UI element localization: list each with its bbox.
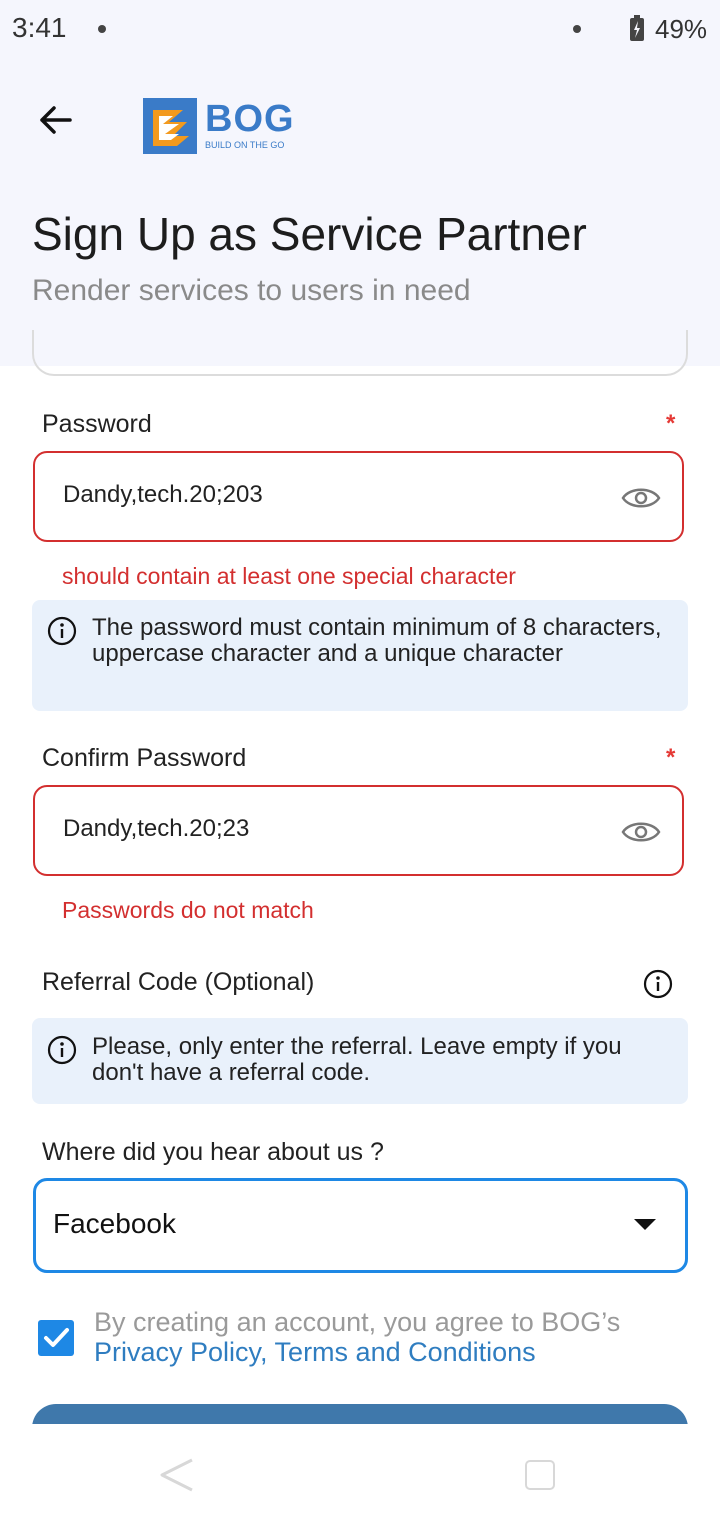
- info-icon: [47, 1035, 77, 1065]
- agreement-text: By creating an account, you agree to BOG…: [94, 1307, 621, 1337]
- confirm-password-field[interactable]: Dandy,tech.20;23: [33, 785, 684, 876]
- source-label: Where did you hear about us ?: [42, 1138, 384, 1166]
- password-field[interactable]: Dandy,tech.20;203: [33, 451, 684, 542]
- nav-home-icon[interactable]: [525, 1460, 555, 1490]
- password-label: Password: [42, 410, 152, 438]
- eye-icon[interactable]: [621, 817, 661, 847]
- previous-field-edge[interactable]: [32, 330, 688, 376]
- dropdown-caret-icon: [634, 1219, 656, 1230]
- source-selected-value: Facebook: [53, 1208, 176, 1239]
- back-arrow-icon[interactable]: [36, 100, 76, 140]
- checkmark-icon: [44, 1328, 69, 1347]
- notification-dot: [98, 25, 106, 33]
- logo-mark-icon: [143, 98, 197, 154]
- status-bar: 3:41 49%: [0, 0, 720, 58]
- required-asterisk: *: [666, 744, 676, 771]
- confirm-password-label: Confirm Password: [42, 744, 247, 772]
- status-time: 3:41: [12, 12, 67, 43]
- privacy-terms-link[interactable]: Privacy Policy, Terms and Conditions: [94, 1337, 536, 1368]
- password-hint-text: The password must contain minimum of 8 c…: [92, 614, 662, 667]
- nav-back-icon[interactable]: [160, 1458, 194, 1492]
- page-subtitle: Render services to users in need: [32, 274, 471, 307]
- system-nav-bar: [0, 1424, 720, 1520]
- logo-text: BOG: [205, 98, 295, 140]
- confirm-password-value: Dandy,tech.20;23: [63, 815, 250, 842]
- status-dot: [573, 25, 581, 33]
- eye-icon[interactable]: [621, 483, 661, 513]
- logo-tagline: BUILD ON THE GO: [205, 140, 285, 150]
- password-value: Dandy,tech.20;203: [63, 481, 263, 508]
- battery-icon: [630, 15, 644, 41]
- agree-checkbox[interactable]: [38, 1320, 74, 1356]
- required-asterisk: *: [666, 410, 676, 437]
- info-icon: [47, 616, 77, 646]
- confirm-password-error: Passwords do not match: [62, 897, 314, 923]
- source-select[interactable]: Facebook: [33, 1178, 688, 1273]
- referral-hint-text: Please, only enter the referral. Leave e…: [92, 1033, 622, 1086]
- referral-label: Referral Code (Optional): [42, 968, 315, 996]
- password-hint-box: The password must contain minimum of 8 c…: [32, 600, 688, 711]
- header: 3:41 49% BOG BUILD ON THE GO Sign Up as …: [0, 0, 720, 366]
- info-icon[interactable]: [643, 969, 673, 999]
- referral-hint-box: Please, only enter the referral. Leave e…: [32, 1018, 688, 1104]
- battery-percent: 49%: [655, 14, 708, 44]
- password-error: should contain at least one special char…: [62, 563, 516, 589]
- bog-logo: BOG BUILD ON THE GO: [143, 98, 313, 156]
- page-title: Sign Up as Service Partner: [32, 208, 587, 260]
